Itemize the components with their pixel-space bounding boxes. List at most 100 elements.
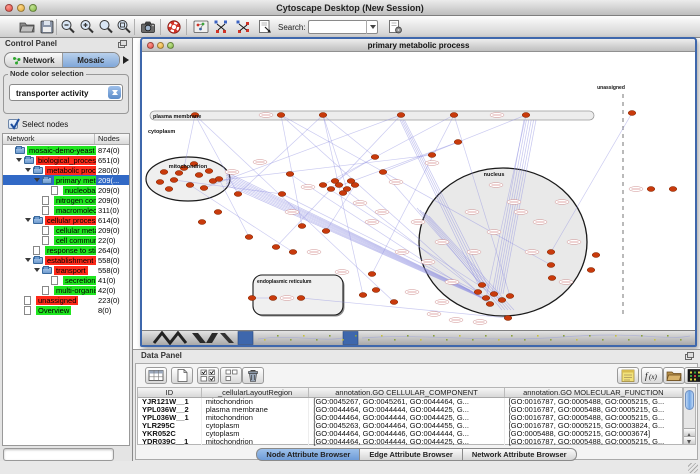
minimize-button[interactable] (17, 4, 25, 12)
network-node[interactable] (368, 272, 376, 277)
network-node[interactable] (372, 288, 380, 293)
zoom-in-button[interactable] (78, 18, 96, 36)
tree-row[interactable]: unassigned223(0) (3, 295, 129, 305)
network-node[interactable] (359, 293, 367, 298)
network-node[interactable] (371, 155, 379, 160)
network-node[interactable] (234, 192, 242, 197)
function-builder-button[interactable]: f(x) (641, 367, 663, 384)
network-node[interactable] (289, 250, 297, 255)
network-node[interactable] (245, 235, 253, 240)
network-node[interactable] (331, 179, 339, 184)
open-session-button[interactable] (18, 18, 36, 36)
zoom-fit-button[interactable] (115, 18, 133, 36)
network-node[interactable] (200, 186, 208, 191)
select-all-attributes-button[interactable] (197, 367, 219, 384)
tree-row[interactable]: cellular process614(0) (3, 215, 129, 225)
table-row[interactable]: YLR295Ccytoplasm[GO:0045263, GO:0044464,… (138, 422, 682, 430)
network-node[interactable] (592, 253, 600, 258)
network-node[interactable] (486, 302, 494, 307)
expand-arrow-icon[interactable] (16, 158, 22, 165)
network-canvas[interactable]: plasma membranecytoplasmmitochondrionnuc… (142, 52, 695, 330)
tree-row[interactable]: metabolic process280(0) (3, 165, 129, 175)
view-zoom-button[interactable] (167, 42, 174, 49)
snapshot-button[interactable] (139, 18, 157, 36)
tree-row[interactable]: Overview8(0) (3, 305, 129, 315)
zoom-selected-button[interactable] (97, 18, 115, 36)
network-node[interactable] (490, 292, 498, 297)
network-node[interactable] (319, 183, 327, 188)
network-view-titlebar[interactable]: primary metabolic process (142, 39, 695, 52)
network-node[interactable] (628, 111, 636, 116)
network-node[interactable] (390, 300, 398, 305)
network-node[interactable] (450, 113, 458, 118)
apply-layout-a-button[interactable] (212, 18, 230, 36)
table-column-header[interactable]: annotation.GO MOLECULAR_FUNCTION (505, 388, 682, 397)
network-node[interactable] (428, 153, 436, 158)
tree-row[interactable]: biological_process651(0) (3, 155, 129, 165)
import-attributes-button[interactable] (663, 367, 685, 384)
close-button[interactable] (5, 4, 13, 12)
tree-row[interactable]: nitrogen compo209(0) (3, 195, 129, 205)
network-node[interactable] (474, 290, 482, 295)
network-view-window[interactable]: primary metabolic process plasma membran… (140, 37, 697, 347)
expand-arrow-icon[interactable] (34, 268, 40, 275)
tree-row[interactable]: establishment of lo558(0) (3, 255, 129, 265)
advanced-search-button[interactable] (386, 18, 404, 36)
scrollbar-thumb[interactable] (685, 390, 694, 410)
network-node[interactable] (160, 170, 168, 175)
tree-column-nodes[interactable]: Nodes (95, 134, 129, 144)
attribute-select-button[interactable] (145, 367, 167, 384)
tree-row[interactable]: macromolecule311(0) (3, 205, 129, 215)
table-column-header[interactable]: annotation.GO CELLULAR_COMPONENT (309, 388, 504, 397)
more-tabs-arrow[interactable] (123, 56, 133, 64)
network-node[interactable] (298, 224, 306, 229)
network-node[interactable] (506, 294, 514, 299)
network-node[interactable] (347, 179, 355, 184)
tree-column-network[interactable]: Network (3, 134, 95, 144)
table-scrollbar[interactable] (683, 387, 696, 445)
view-minimize-button[interactable] (157, 42, 164, 49)
resize-grip[interactable] (688, 463, 698, 473)
network-node[interactable] (547, 263, 555, 268)
table-row[interactable]: YPL036W__1mitochondrion[GO:0044464, GO:0… (138, 414, 682, 422)
network-node[interactable] (198, 220, 206, 225)
network-node[interactable] (478, 283, 486, 288)
network-node[interactable] (498, 298, 506, 303)
tree-row[interactable]: response to stimulu264(0) (3, 245, 129, 255)
network-node[interactable] (195, 173, 203, 178)
tree-row[interactable]: transport558(0) (3, 265, 129, 275)
float-panel-icon[interactable] (685, 352, 694, 360)
network-node[interactable] (186, 183, 194, 188)
network-node[interactable] (454, 140, 462, 145)
network-node[interactable] (547, 250, 555, 255)
tree-row[interactable]: multi-organism pro42(0) (3, 285, 129, 295)
table-row[interactable]: YPL036W__2plasma membrane[GO:0044464, GO… (138, 406, 682, 414)
scroll-up-button[interactable] (684, 428, 695, 436)
network-node[interactable] (214, 210, 222, 215)
table-column-header[interactable]: _cellularLayoutRegion (202, 388, 310, 397)
network-node[interactable] (548, 276, 556, 281)
network-node[interactable] (248, 296, 256, 301)
network-node[interactable] (277, 113, 285, 118)
network-node[interactable] (272, 245, 280, 250)
tab-network-attribute-browser[interactable]: Network Attribute Browser (463, 448, 577, 461)
network-node[interactable] (504, 316, 512, 321)
select-nodes-checkbox[interactable] (8, 119, 18, 129)
network-node[interactable] (269, 296, 277, 301)
tree-row[interactable]: primary metabo209(... (3, 175, 129, 185)
unselect-attributes-button[interactable] (220, 367, 242, 384)
network-node[interactable] (339, 191, 347, 196)
tree-row[interactable]: cell communicat22(0) (3, 235, 129, 245)
network-node[interactable] (297, 296, 305, 301)
table-column-header[interactable]: ID (138, 388, 202, 397)
table-row[interactable]: YDR039C__1mitochondrion[GO:0044464, GO:0… (138, 438, 682, 446)
attribute-matrix-button[interactable] (684, 367, 700, 384)
tab-node-attribute-browser[interactable]: Node Attribute Browser (256, 448, 360, 461)
tree-row[interactable]: nucleobase-209(0) (3, 185, 129, 195)
tree-row[interactable]: cellular metabo209(0) (3, 225, 129, 235)
tree-row[interactable]: secretion41(0) (3, 275, 129, 285)
network-node[interactable] (278, 192, 286, 197)
delete-attribute-button[interactable] (242, 367, 264, 384)
tree-row[interactable]: mosaic-demo-yeast874(0) (3, 145, 129, 155)
network-node[interactable] (669, 187, 677, 192)
